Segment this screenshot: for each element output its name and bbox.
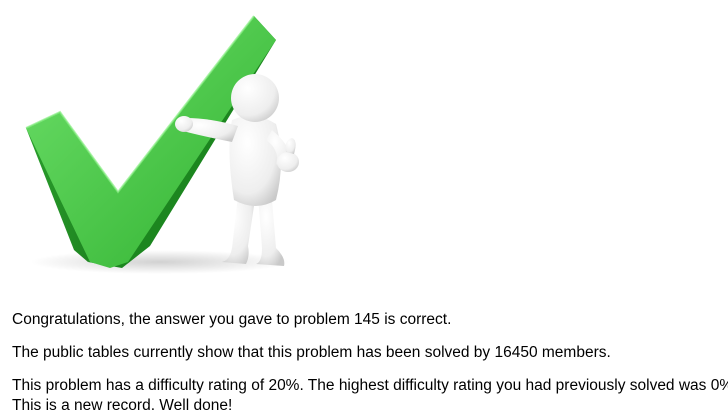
new-record-message: This is a new record. Well done! — [12, 397, 233, 414]
solved-count-message: The public tables currently show that th… — [12, 344, 611, 361]
checkmark-with-figure-icon — [25, 15, 299, 274]
difficulty-message: This problem has a difficulty rating of … — [12, 377, 728, 394]
congratulations-message: Congratulations, the answer you gave to … — [12, 311, 452, 328]
success-illustration — [0, 0, 340, 280]
